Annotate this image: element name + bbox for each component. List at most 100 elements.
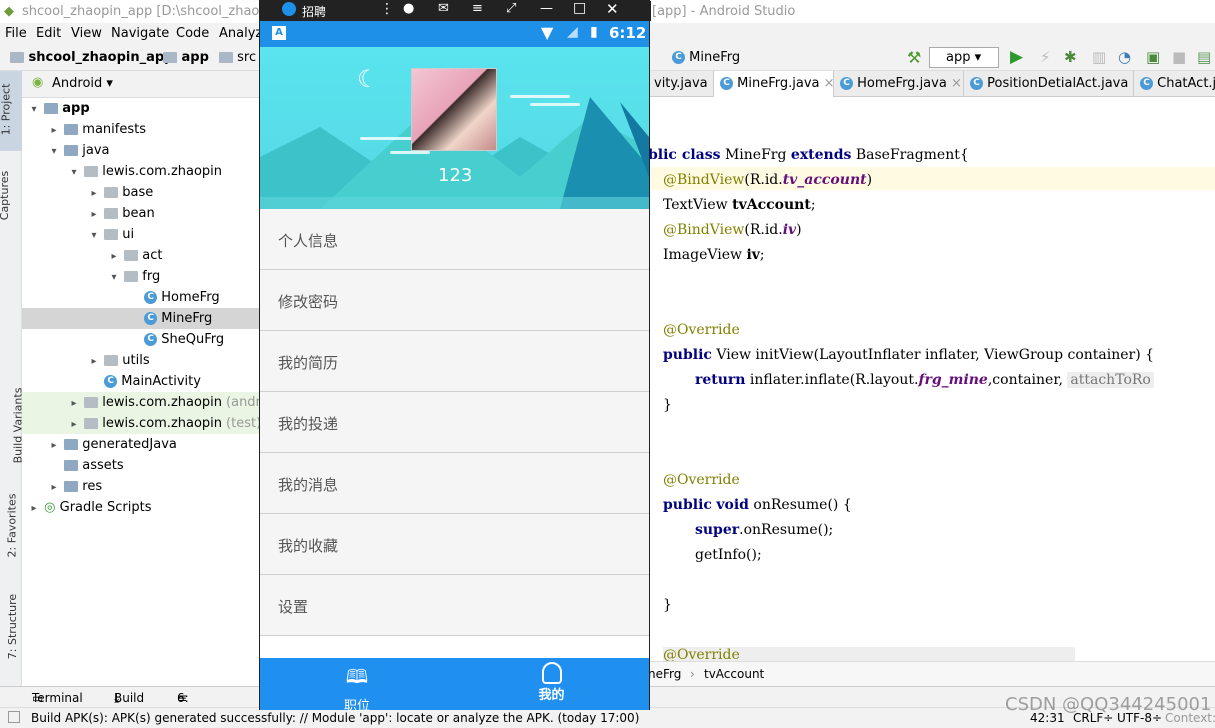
- chevron-right-icon[interactable]: ▸: [88, 183, 100, 204]
- username: 123: [438, 165, 473, 186]
- tree-node[interactable]: ▸ utils: [22, 350, 260, 371]
- chevron-right-icon[interactable]: ▸: [68, 393, 80, 414]
- menu-item-label: 我的投递: [278, 415, 339, 433]
- nav-tab-mine[interactable]: 我的: [454, 658, 649, 710]
- tree-node[interactable]: ▸ lewis.com.zhaopin (test): [22, 413, 261, 435]
- menu-item-label: 我的收藏: [278, 537, 339, 555]
- run-icon[interactable]: ▶: [1010, 47, 1023, 67]
- menu-item-messages[interactable]: 我的消息: [260, 453, 649, 514]
- tool-tab-favorites[interactable]: 2: Favorites: [0, 491, 22, 581]
- tree-node[interactable]: C HomeFrg: [22, 287, 260, 308]
- tree-node-label: utils: [122, 353, 150, 368]
- tree-node[interactable]: ▸ bean: [22, 203, 260, 224]
- close-icon[interactable]: ×: [951, 76, 962, 91]
- menu-item-resume[interactable]: 我的简历: [260, 331, 649, 392]
- toggle-tool-windows-icon[interactable]: [8, 711, 20, 723]
- tree-node[interactable]: ▾ lewis.com.zhaopin: [22, 161, 260, 182]
- mail-icon[interactable]: ✉: [438, 1, 449, 16]
- breadcrumb-project[interactable]: shcool_zhaopin_app: [10, 50, 173, 65]
- tree-node[interactable]: ▾ java: [22, 140, 260, 161]
- chevron-down-icon[interactable]: ▾: [88, 225, 100, 246]
- menu-item-applications[interactable]: 我的投递: [260, 392, 649, 453]
- close-icon[interactable]: ✕: [606, 0, 619, 18]
- editor-tab-chatact[interactable]: C ChatAct.ja: [1134, 71, 1215, 97]
- chevron-down-icon[interactable]: ▾: [28, 99, 40, 120]
- attach-debugger-icon[interactable]: ▣: [1146, 48, 1160, 66]
- class-icon: C: [144, 312, 158, 325]
- tree-node[interactable]: ▾ app: [22, 98, 260, 119]
- editor-tab-minefrg[interactable]: C MineFrg.java ×: [714, 71, 834, 97]
- tree-node[interactable]: C SheQuFrg: [22, 329, 260, 350]
- editor-breadcrumb-class[interactable]: neFrg: [648, 667, 681, 681]
- tool-tab-captures[interactable]: Captures: [0, 161, 22, 231]
- project-view-select[interactable]: Android ▾: [52, 76, 113, 91]
- menu-item-profile[interactable]: 个人信息: [260, 209, 649, 270]
- menu-item-label: 我的简历: [278, 354, 339, 372]
- account-icon[interactable]: ●: [403, 1, 414, 16]
- nav-tab-jobs[interactable]: 🕮 职位: [260, 658, 454, 714]
- fullscreen-icon[interactable]: ⤢: [506, 1, 516, 16]
- chevron-right-icon[interactable]: ▸: [108, 246, 120, 267]
- close-icon[interactable]: ×: [824, 76, 833, 91]
- profile-icon[interactable]: ◔: [1118, 48, 1131, 66]
- apply-changes-icon[interactable]: ⚡: [1040, 48, 1051, 66]
- menu-icon[interactable]: ≡: [472, 1, 483, 16]
- menu-item-label: 我的消息: [278, 476, 339, 494]
- tool-tab-project[interactable]: 1: Project: [0, 71, 22, 151]
- tree-node[interactable]: C MineFrg: [22, 308, 260, 329]
- editor-tab-homefrg[interactable]: C HomeFrg.java ×: [834, 71, 964, 97]
- tree-node[interactable]: ▸ lewis.com.zhaopin (android: [22, 392, 280, 414]
- avatar[interactable]: [411, 68, 497, 151]
- chevron-right-icon[interactable]: ▸: [48, 120, 60, 141]
- chevron-right-icon[interactable]: ▸: [88, 204, 100, 225]
- breadcrumb-src-label: src: [237, 50, 257, 65]
- editor-tab-label: vity.java: [654, 76, 708, 91]
- breadcrumb-class[interactable]: C MineFrg: [672, 50, 740, 65]
- tree-node[interactable]: assets: [22, 455, 260, 476]
- tree-node[interactable]: ▸ act: [22, 245, 260, 266]
- tree-node[interactable]: ▾ frg: [22, 266, 260, 287]
- maximize-icon[interactable]: □: [573, 0, 586, 16]
- debug-icon[interactable]: ✱: [1064, 48, 1077, 66]
- tool-tab-structure[interactable]: 7: Structure: [0, 586, 22, 671]
- more-icon[interactable]: ⋮: [380, 1, 394, 17]
- tree-node[interactable]: ▾ ui: [22, 224, 260, 245]
- chevron-down-icon[interactable]: ▾: [108, 267, 120, 288]
- tree-node[interactable]: ▸ ◎ Gradle Scripts: [22, 497, 260, 518]
- editor-breadcrumb-field[interactable]: tvAccount: [704, 667, 764, 681]
- tree-node[interactable]: ▸ manifests: [22, 119, 260, 140]
- run-config-select[interactable]: app ▾: [929, 47, 999, 68]
- menu-view[interactable]: View: [71, 26, 102, 41]
- tree-node[interactable]: C MainActivity: [22, 371, 260, 392]
- sync-icon[interactable]: ▤: [1197, 48, 1211, 66]
- minimize-icon[interactable]: —: [540, 1, 553, 16]
- menu-item-change-password[interactable]: 修改密码: [260, 270, 649, 331]
- editor-tab-positiondetialact[interactable]: C PositionDetialAct.java ×: [964, 71, 1134, 97]
- menu-code[interactable]: Code: [176, 26, 209, 41]
- breadcrumb-app[interactable]: app: [163, 50, 209, 65]
- menu-file[interactable]: File: [5, 26, 27, 41]
- hammer-icon[interactable]: ⚒: [907, 48, 921, 67]
- menu-edit[interactable]: Edit: [36, 26, 61, 41]
- menu-navigate[interactable]: Navigate: [111, 26, 169, 41]
- menu-item-settings[interactable]: 设置: [260, 575, 649, 636]
- person-icon: [541, 662, 562, 684]
- tree-node[interactable]: ▸ generatedJava: [22, 434, 260, 455]
- code-line: ImageView iv;: [663, 247, 765, 263]
- menu-item-favorites[interactable]: 我的收藏: [260, 514, 649, 575]
- code-editor: vity.java × C MineFrg.java × C HomeFrg.j…: [648, 71, 1215, 686]
- chevron-down-icon[interactable]: ▾: [68, 162, 80, 183]
- editor-tab-activity[interactable]: vity.java ×: [648, 71, 714, 97]
- coverage-icon[interactable]: ▥: [1092, 48, 1106, 66]
- stop-icon[interactable]: ■: [1172, 48, 1186, 66]
- chevron-right-icon[interactable]: ▸: [68, 414, 80, 435]
- chevron-down-icon[interactable]: ▾: [48, 141, 60, 162]
- chevron-right-icon[interactable]: ▸: [88, 351, 100, 372]
- breadcrumb-src[interactable]: src: [219, 50, 256, 65]
- chevron-right-icon[interactable]: ▸: [48, 435, 60, 456]
- tree-node[interactable]: ▸ res: [22, 476, 260, 497]
- chevron-right-icon[interactable]: ▸: [48, 477, 60, 498]
- tree-node[interactable]: ▸ base: [22, 182, 260, 203]
- tool-tab-build-variants[interactable]: Build Variants: [0, 381, 24, 471]
- chevron-right-icon[interactable]: ▸: [28, 498, 40, 519]
